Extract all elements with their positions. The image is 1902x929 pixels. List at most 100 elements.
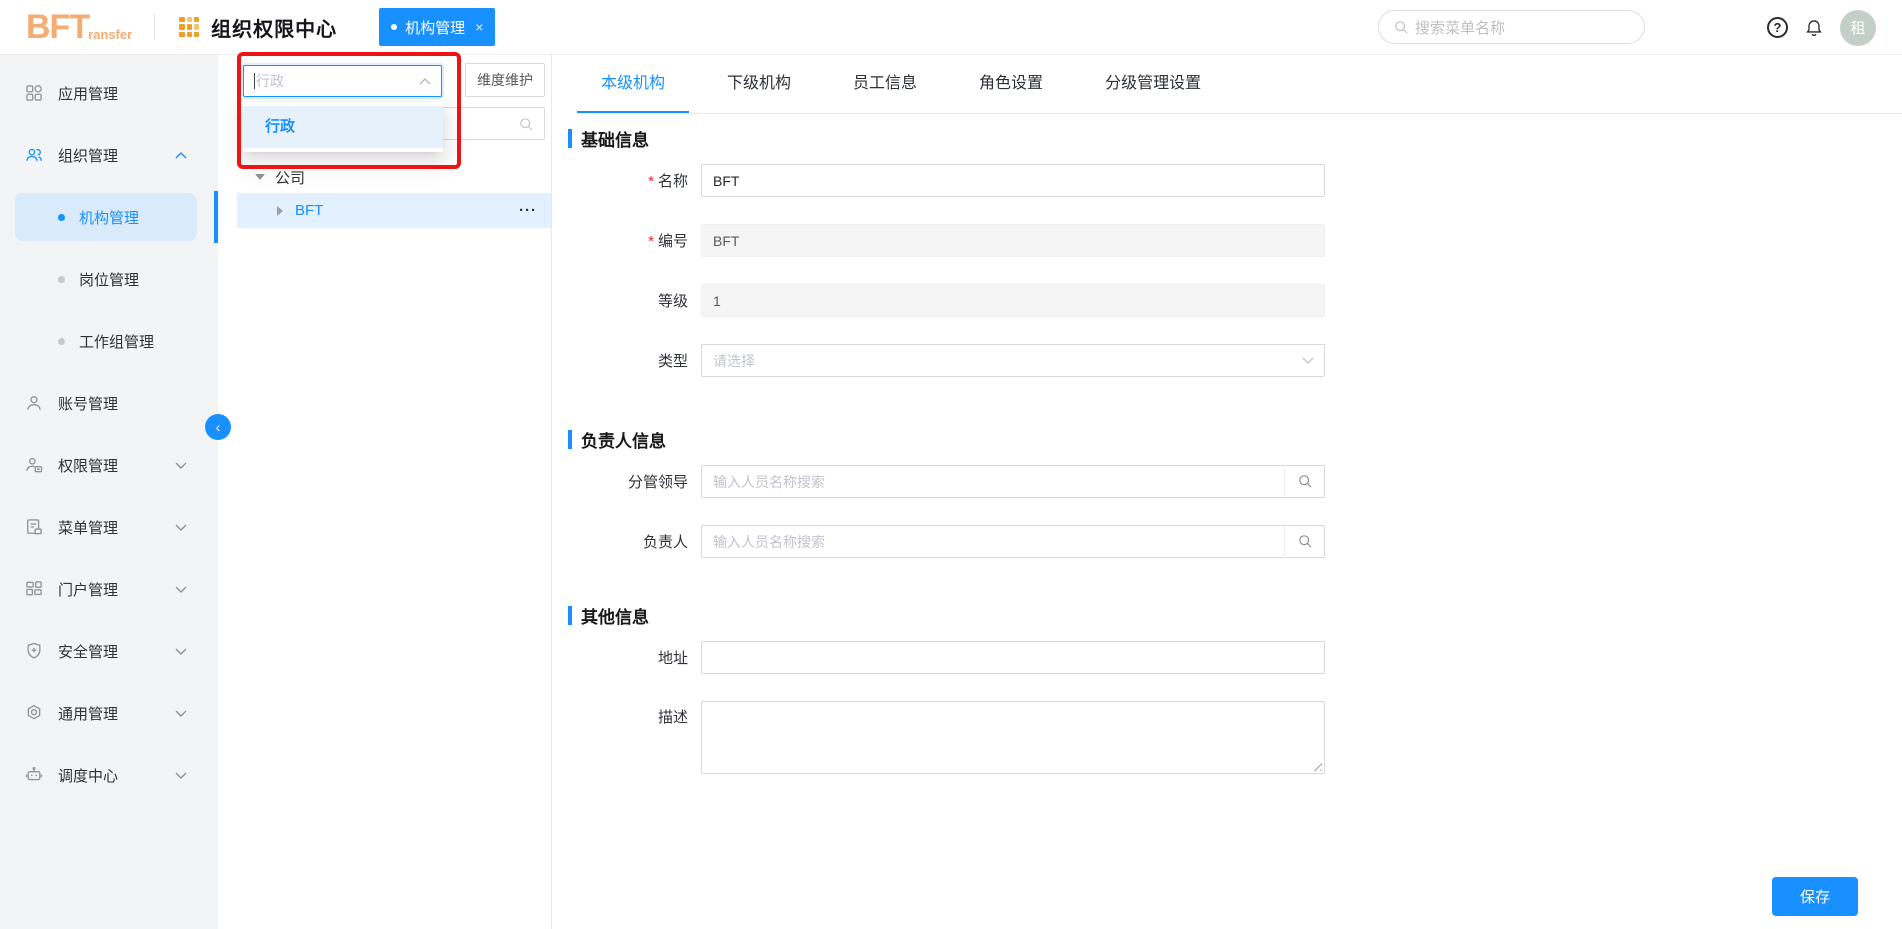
description-textarea[interactable] [701,701,1325,774]
dimension-maintain-button[interactable]: 维度维护 [465,63,545,97]
menu-doc-icon [24,517,44,537]
open-tab-institution-management[interactable]: 机构管理 × [379,8,495,46]
app-body: 应用管理 组织管理 机构管理 岗位管理 工作组管理 [0,55,1902,929]
code-input [701,224,1325,257]
chevron-down-icon [175,772,187,779]
required-mark: * [648,233,654,250]
sidebar-item-label: 门户管理 [58,579,118,600]
form-row-code: *编号 [568,224,1902,257]
chevron-down-icon [175,648,187,655]
chevron-up-icon [175,152,187,159]
app-grid-icon [24,83,44,103]
tab-close-icon[interactable]: × [475,19,483,35]
manager-search-input[interactable] [701,525,1325,558]
chevron-down-icon [175,524,187,531]
dimension-select[interactable]: 行政 [243,65,442,97]
chevron-down-icon [175,586,187,593]
tree-node-bft[interactable]: BFT ··· [237,193,551,228]
sidebar-item-label: 通用管理 [58,703,118,724]
dimension-select-value: 行政 [256,71,284,91]
form-row-name: *名称 [568,164,1902,197]
section-title: 基础信息 [581,126,649,151]
sidebar-item-security-management[interactable]: 安全管理 [15,627,197,675]
section-title: 其他信息 [581,603,649,628]
sidebar-menu: 应用管理 组织管理 机构管理 岗位管理 工作组管理 [0,55,218,799]
sidebar-item-label: 安全管理 [58,641,118,662]
section-leader-info: 负责人信息 [568,427,1902,451]
permission-icon [24,455,44,475]
sidebar-item-workgroup-management[interactable]: 工作组管理 [15,317,197,365]
type-select[interactable] [701,344,1325,377]
field-label: 类型 [568,350,688,371]
sidebar-item-menu-management[interactable]: 菜单管理 [15,503,197,551]
form-row-level: 等级 [568,284,1902,317]
team-icon [24,145,44,165]
field-label: 负责人 [568,531,688,552]
detail-tabs: 本级机构 下级机构 员工信息 角色设置 分级管理设置 [577,55,1902,114]
sidebar-item-account-management[interactable]: 账号管理 [15,379,197,427]
tab-employee-info[interactable]: 员工信息 [829,55,941,113]
avatar[interactable]: 租 [1840,10,1876,46]
sidebar-item-permission-management[interactable]: 权限管理 [15,441,197,489]
sidebar-collapse-button[interactable]: ‹ [205,414,231,440]
tab-current-institution[interactable]: 本级机构 [577,55,689,113]
dropdown-option-xingzheng[interactable]: 行政 [243,106,443,148]
sidebar-item-institution-management[interactable]: 机构管理 [15,193,197,241]
field-label: 分管领导 [568,471,688,492]
tab-label: 机构管理 [405,17,465,38]
field-label: 等级 [568,290,688,311]
sidebar-item-dispatch-center[interactable]: 调度中心 [15,751,197,799]
tree-node-label: 公司 [275,167,305,188]
sidebar-item-general-management[interactable]: 通用管理 [15,689,197,737]
user-icon [24,393,44,413]
shield-plus-icon [24,641,44,661]
form-row-leader: 分管领导 [568,465,1902,498]
gear-icon [24,703,44,723]
notification-bell-icon[interactable] [1804,17,1824,39]
text-cursor [254,73,255,89]
tab-role-settings[interactable]: 角色设置 [955,55,1067,113]
more-actions-icon[interactable]: ··· [519,202,537,219]
sidebar-item-label: 岗位管理 [79,269,139,290]
caret-down-icon[interactable] [255,174,265,180]
chevron-down-icon [1302,357,1314,364]
tab-hierarchy-settings[interactable]: 分级管理设置 [1081,55,1225,113]
save-button[interactable]: 保存 [1772,877,1858,916]
page-title: 组织权限中心 [211,13,337,42]
section-marker [568,129,572,148]
sidebar-item-label: 应用管理 [58,83,118,104]
form-row-address: 地址 [568,641,1902,674]
org-tree-panel: 维度维护 行政 行政 公司 BFT ··· [218,55,552,929]
field-label: *名称 [568,170,688,191]
input-suffix-divider [1284,465,1285,498]
menu-search-placeholder: 搜索菜单名称 [1415,17,1505,38]
tab-sub-institution[interactable]: 下级机构 [703,55,815,113]
help-icon[interactable]: ? [1767,17,1788,38]
leader-search-input[interactable] [701,465,1325,498]
sidebar-item-app-management[interactable]: 应用管理 [15,69,197,117]
field-label: 地址 [568,647,688,668]
form-row-manager: 负责人 [568,525,1902,558]
search-icon[interactable] [1297,473,1313,489]
name-input[interactable] [701,164,1325,197]
sidebar-item-portal-management[interactable]: 门户管理 [15,565,197,613]
brand-logo-text: BFT [26,10,89,44]
address-input[interactable] [701,641,1325,674]
search-icon [518,116,534,132]
bullet-dot-icon [58,214,65,221]
sidebar-item-label: 菜单管理 [58,517,118,538]
bullet-dot-icon [58,276,65,283]
search-icon[interactable] [1297,533,1313,549]
section-marker [568,606,572,625]
caret-right-icon[interactable] [277,206,283,216]
tree-node-company[interactable]: 公司 [218,161,551,193]
form-row-type: 类型 [568,344,1902,377]
brand-logo-suffix: ransfer [88,27,132,44]
waffle-grid-icon[interactable] [179,17,199,37]
sidebar-item-org-management[interactable]: 组织管理 [15,131,197,179]
chevron-up-icon [419,78,431,85]
sidebar-item-label: 权限管理 [58,455,118,476]
sidebar-item-position-management[interactable]: 岗位管理 [15,255,197,303]
dimension-dropdown: 行政 [243,102,443,152]
menu-search-input[interactable]: 搜索菜单名称 [1378,10,1645,44]
